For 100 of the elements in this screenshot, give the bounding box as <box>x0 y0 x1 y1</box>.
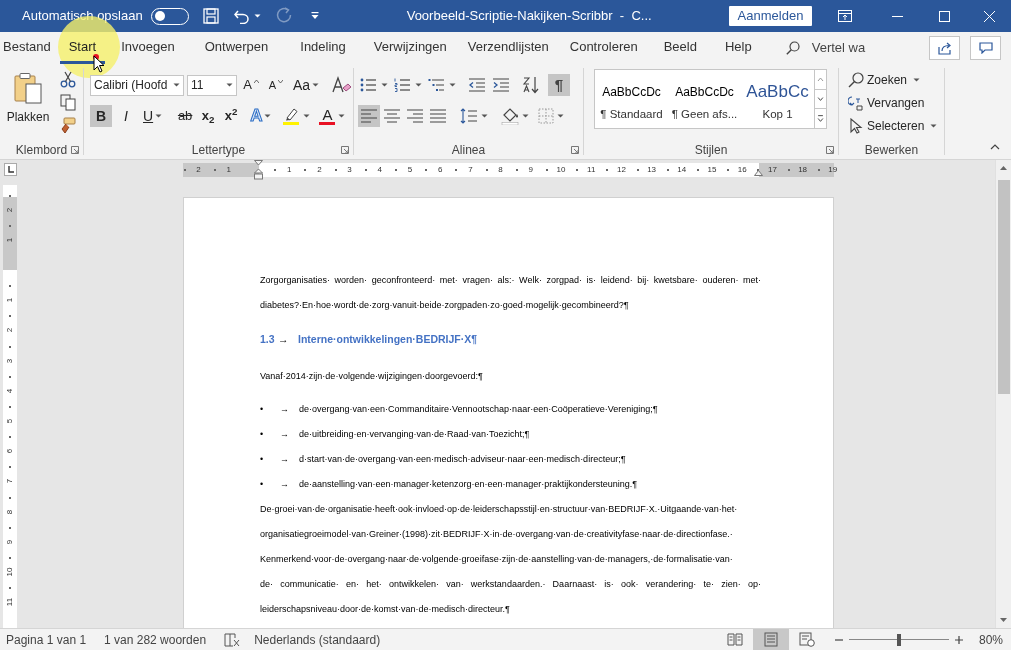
clear-formatting-icon[interactable] <box>331 76 352 94</box>
numbering-icon[interactable] <box>394 77 412 93</box>
style-option[interactable]: AaBbCcDc ¶ Geen afs... <box>668 70 741 128</box>
show-formatting-marks-button[interactable]: ¶ <box>548 74 570 96</box>
caret-icon <box>557 114 564 118</box>
group-label: Bewerken <box>864 142 919 159</box>
body-text-line: Kenmerkend·voor·de·overgang·naar·de·volgende·groeifase·zijn·de·aanstelling·van·de·managers,·de·formalisatie·van· <box>260 553 734 566</box>
caret-icon <box>481 114 488 118</box>
bullet-text: de·overgang·van·een·Commanditaire·Vennootschap·naar·een·Coöperatieve·Vereniging;¶ <box>299 402 658 416</box>
vertical-scrollbar[interactable] <box>995 160 1011 628</box>
ribbon-tab[interactable]: Ontwerpen <box>188 32 285 64</box>
ruler-number: 11 <box>587 164 596 176</box>
zoom-slider[interactable] <box>848 632 949 647</box>
decrease-indent-icon[interactable] <box>468 77 486 93</box>
ribbon-tab[interactable]: Bestand <box>0 32 60 64</box>
format-painter-icon[interactable] <box>60 117 76 134</box>
increase-indent-icon[interactable] <box>492 77 510 93</box>
bullet-marker: • <box>260 402 265 416</box>
ribbon-tab[interactable]: Invoegen <box>105 32 189 64</box>
bullet-text: d·start·van·de·overgang·van·een·medisch·adviseur·naar·een·medisch·directeur;¶ <box>299 452 626 466</box>
comments-button[interactable] <box>970 36 1001 60</box>
font-name-field[interactable]: Calibri (Hoofd <box>90 74 184 96</box>
strike-button[interactable]: ab <box>174 105 197 127</box>
ruler-number: 6 <box>5 447 15 456</box>
bold-button[interactable]: B <box>90 105 112 127</box>
search-icon[interactable] <box>785 41 800 55</box>
zoom-level[interactable]: 80% <box>978 630 1003 649</box>
save-icon[interactable] <box>202 8 219 24</box>
tab-mark: → <box>278 331 290 347</box>
caret-icon <box>913 77 921 82</box>
subscript-button[interactable]: x$_{2}$ <box>197 105 220 127</box>
ribbon-tab[interactable]: Controleren <box>557 32 650 64</box>
ruler-number: 1 <box>286 164 292 176</box>
style-option[interactable]: AaBbCc Kop 1 <box>741 70 814 128</box>
zoom-slider-thumb[interactable] <box>896 633 901 646</box>
copy-icon[interactable] <box>60 94 76 111</box>
sign-in-button[interactable]: Aanmelden <box>729 6 812 26</box>
close-icon[interactable] <box>984 10 995 22</box>
superscript-button[interactable]: x$^{2}$ <box>220 105 243 127</box>
caret-icon <box>415 83 422 87</box>
style-option[interactable]: AaBbCcDc ¶ Standaard <box>595 70 668 128</box>
read-view-icon <box>726 632 743 647</box>
ruler-number: 18 <box>798 164 808 176</box>
ruler-number: 9 <box>5 538 15 547</box>
tell-me-field[interactable]: Vertel wa <box>811 38 866 58</box>
proofing-icon[interactable] <box>224 632 241 647</box>
right-indent-icon[interactable] <box>754 170 763 176</box>
dialog-launcher-icon[interactable] <box>71 146 79 154</box>
ribbon-tab[interactable]: Verwijzingen <box>361 32 459 64</box>
page-count[interactable]: Pagina 1 van 1 <box>6 630 87 649</box>
ruler-number: 16 <box>737 164 747 176</box>
paste-button[interactable]: Plakken <box>6 70 50 134</box>
ribbon-tab[interactable]: Indeling <box>284 32 362 64</box>
word-count[interactable]: 1 van 282 woorden <box>104 630 207 649</box>
indent-marker-icon[interactable] <box>254 160 263 180</box>
scissors-icon[interactable] <box>60 71 76 88</box>
change-case-button[interactable]: Aa <box>290 74 323 96</box>
caret-up-icon <box>253 79 259 83</box>
ribbon-display-icon[interactable] <box>838 10 852 22</box>
shading-icon[interactable] <box>501 107 519 125</box>
customize-icon[interactable] <box>310 12 319 20</box>
italic-button[interactable]: I <box>115 105 137 127</box>
scrollbar-thumb[interactable] <box>997 180 1010 394</box>
ribbon-tab[interactable]: Help <box>710 32 766 64</box>
find-button[interactable]: Zoeken <box>848 69 944 90</box>
underline-button[interactable]: U <box>140 105 166 127</box>
collapse-ribbon-icon[interactable] <box>990 144 1000 150</box>
tab-selector-icon[interactable] <box>4 163 17 176</box>
multilevel-list-icon[interactable] <box>428 77 446 93</box>
zoom-in-icon[interactable] <box>954 635 963 644</box>
language-status[interactable]: Nederlands (standaard) <box>254 630 381 649</box>
ribbon-tab[interactable]: Beeld <box>649 32 711 64</box>
shrink-font-button[interactable]: A <box>265 74 287 96</box>
bullet-marker: • <box>260 452 265 466</box>
undo-icon[interactable] <box>232 8 251 24</box>
grow-font-button[interactable]: A <box>240 74 262 96</box>
bullets-icon[interactable] <box>360 77 378 93</box>
select-button[interactable]: Selecteren <box>848 115 944 136</box>
dialog-launcher-icon[interactable] <box>341 146 349 154</box>
ruler-number: 8 <box>498 164 503 176</box>
sort-icon[interactable] <box>522 76 540 94</box>
tab-mark: → <box>280 452 290 466</box>
caret-icon <box>226 83 233 87</box>
dialog-launcher-icon[interactable] <box>826 146 834 154</box>
ruler-number: 6 <box>437 164 443 176</box>
font-color-button[interactable]: A <box>316 105 349 127</box>
ruler-number: 3 <box>347 164 352 176</box>
print-view-button[interactable] <box>752 629 789 650</box>
ribbon-tab[interactable]: Verzendlijsten <box>458 32 558 64</box>
ruler-number: 2 <box>196 164 201 176</box>
ruler-number: 15 <box>707 164 717 176</box>
search-icon <box>848 71 864 88</box>
line-spacing-icon[interactable] <box>460 108 478 124</box>
replace-button[interactable]: Vervangen <box>848 92 944 113</box>
body-text-line: Zorgorganisaties· worden· geconfronteerd· met· vragen· als:· Welk· zorgpad· is· leidend· bij· kwetsbare· ouderen· met· <box>260 274 761 287</box>
font-size-field[interactable]: 11 <box>187 74 237 96</box>
share-button[interactable] <box>929 36 960 60</box>
maximize-icon[interactable] <box>939 10 950 22</box>
dialog-launcher-icon[interactable] <box>571 146 579 154</box>
replace-icon <box>848 94 864 111</box>
